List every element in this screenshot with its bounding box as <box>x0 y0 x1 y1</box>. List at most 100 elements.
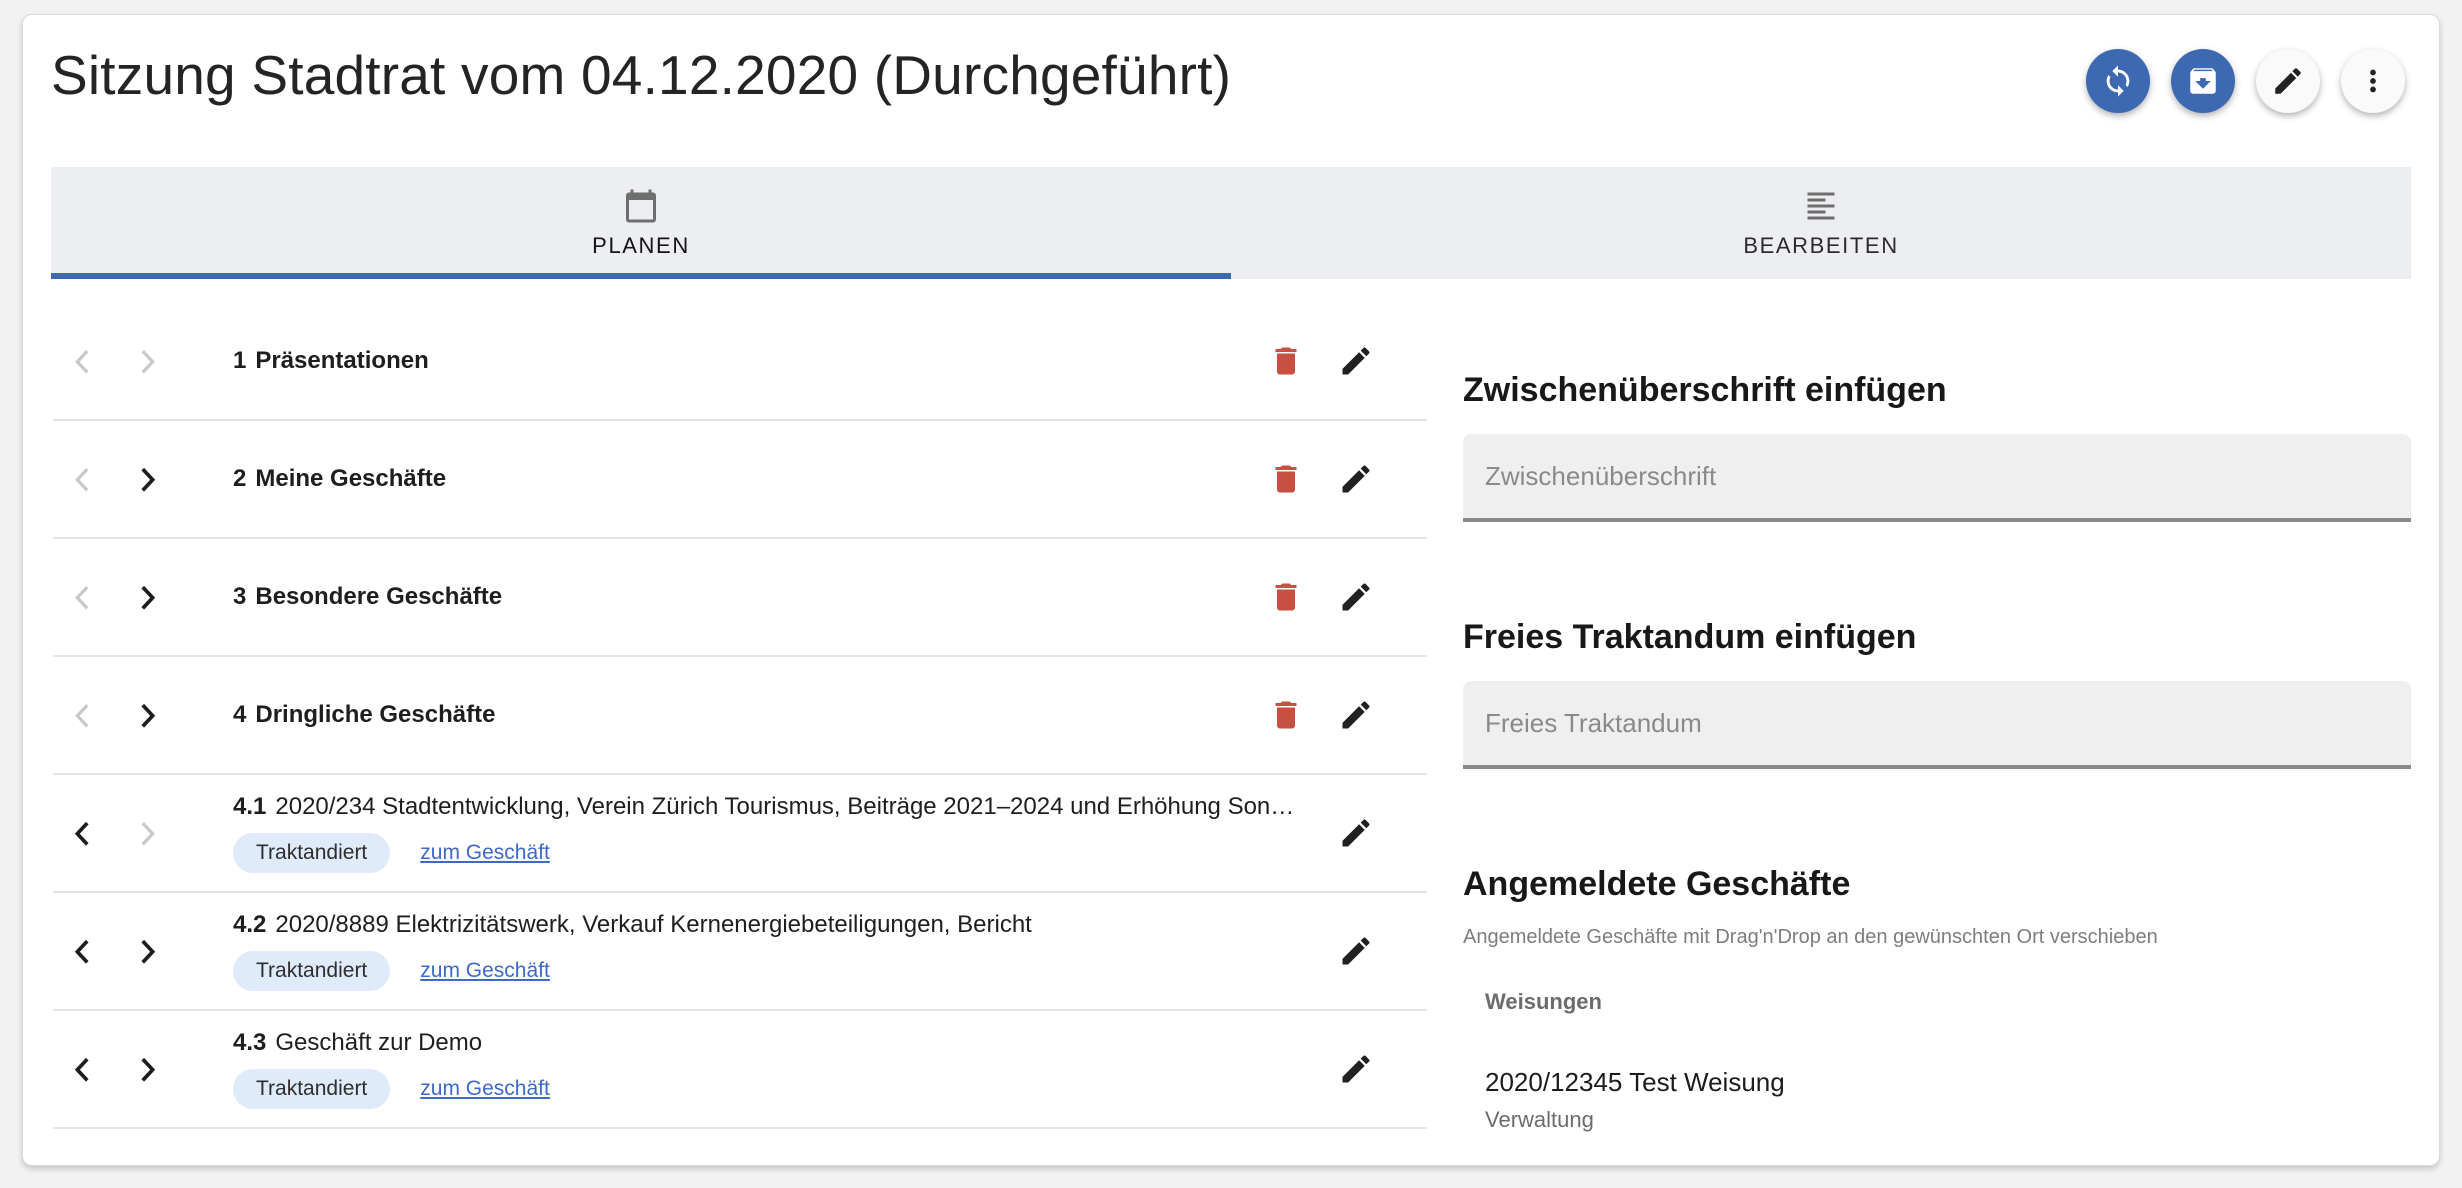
delete-icon <box>1268 343 1304 379</box>
item-number: 1 <box>233 347 246 374</box>
edit-icon <box>1338 343 1374 379</box>
row-actions <box>1337 1050 1427 1088</box>
subheading-section-title: Zwischenüberschrift einfügen <box>1463 371 2411 410</box>
move-left-button[interactable] <box>63 1049 103 1089</box>
sync-button[interactable] <box>2086 49 2150 113</box>
item-number: 3 <box>233 583 246 610</box>
agenda-row: 3Besondere Geschäfte <box>53 539 1427 657</box>
chevron-right-icon <box>130 698 164 732</box>
status-badge: Traktandiert <box>233 951 390 991</box>
move-right-button <box>127 813 167 853</box>
move-controls <box>53 459 203 499</box>
free-item-section-title: Freies Traktandum einfügen <box>1463 618 2411 657</box>
tab-bearbeiten[interactable]: BEARBEITEN <box>1231 167 2411 279</box>
status-badge: Traktandiert <box>233 1069 390 1109</box>
row-actions <box>1267 696 1427 734</box>
archive-icon <box>2186 64 2220 98</box>
align-left-icon <box>1803 188 1839 224</box>
zum-geschaeft-link[interactable]: zum Geschäft <box>420 959 550 983</box>
item-text: 3Besondere Geschäfte <box>203 583 1267 611</box>
delete-icon <box>1268 461 1304 497</box>
agenda-row: 4.22020/8889 Elektrizitätswerk, Verkauf … <box>53 893 1427 1011</box>
chevron-right-icon <box>130 344 164 378</box>
edit-meeting-button[interactable] <box>2256 49 2320 113</box>
item-text: 4.1 2020/234 Stadtentwicklung, Verein Zür… <box>203 793 1337 873</box>
chevron-right-icon <box>130 580 164 614</box>
delete-button[interactable] <box>1267 342 1305 380</box>
move-controls <box>53 931 203 971</box>
move-right-button[interactable] <box>127 577 167 617</box>
registered-item[interactable]: 2020/12345 Test Weisung Verwaltung <box>1463 1067 2411 1133</box>
archive-button[interactable] <box>2171 49 2235 113</box>
move-left-button[interactable] <box>63 813 103 853</box>
edit-icon <box>1338 579 1374 615</box>
move-left-button[interactable] <box>63 931 103 971</box>
chevron-right-icon <box>130 816 164 850</box>
edit-icon <box>2271 64 2305 98</box>
row-actions <box>1267 578 1427 616</box>
delete-button[interactable] <box>1267 578 1305 616</box>
edit-button[interactable] <box>1337 932 1375 970</box>
agenda-row: 4Dringliche Geschäfte <box>53 657 1427 775</box>
page-title: Sitzung Stadtrat vom 04.12.2020 (Durchge… <box>51 43 1231 107</box>
zum-geschaeft-link[interactable]: zum Geschäft <box>420 841 550 865</box>
delete-button[interactable] <box>1267 460 1305 498</box>
move-right-button[interactable] <box>127 931 167 971</box>
content: 1 Präsentationen 2Meine Geschäfte <box>23 279 2439 1133</box>
delete-button[interactable] <box>1267 696 1305 734</box>
item-text: 4.3Geschäft zur Demo Traktandiert zum Ge… <box>203 1029 1337 1109</box>
side-panel: Zwischenüberschrift einfügen Freies Trak… <box>1463 303 2411 1133</box>
registered-item-subtitle: Verwaltung <box>1485 1107 2411 1133</box>
move-right-button[interactable] <box>127 459 167 499</box>
edit-button[interactable] <box>1337 696 1375 734</box>
item-title: Dringliche Geschäfte <box>255 701 495 728</box>
edit-button[interactable] <box>1337 814 1375 852</box>
agenda-list: 1 Präsentationen 2Meine Geschäfte <box>53 303 1427 1133</box>
edit-icon <box>1338 461 1374 497</box>
tab-planen[interactable]: PLANEN <box>51 167 1231 279</box>
agenda-row: 4.3Geschäft zur Demo Traktandiert zum Ge… <box>53 1011 1427 1129</box>
move-left-button <box>63 459 103 499</box>
move-left-button <box>63 341 103 381</box>
subheading-input[interactable] <box>1463 434 2411 522</box>
move-right-button[interactable] <box>127 695 167 735</box>
item-title: Präsentationen <box>255 347 428 374</box>
chevron-left-icon <box>66 698 100 732</box>
status-badge: Traktandiert <box>233 833 390 873</box>
tabbar: PLANEN BEARBEITEN <box>51 167 2411 279</box>
free-item-input[interactable] <box>1463 681 2411 769</box>
chevron-left-icon <box>66 462 100 496</box>
move-controls <box>53 1049 203 1089</box>
edit-button[interactable] <box>1337 1050 1375 1088</box>
item-text: 2Meine Geschäfte <box>203 465 1267 493</box>
move-controls <box>53 341 203 381</box>
edit-icon <box>1338 697 1374 733</box>
item-number: 4.1 <box>233 793 266 820</box>
edit-icon <box>1338 933 1374 969</box>
edit-button[interactable] <box>1337 578 1375 616</box>
move-left-button <box>63 577 103 617</box>
row-actions <box>1337 932 1427 970</box>
more-vert-icon <box>2356 64 2390 98</box>
row-actions <box>1267 342 1427 380</box>
move-controls <box>53 577 203 617</box>
chevron-left-icon <box>66 580 100 614</box>
toolbar <box>2086 49 2419 113</box>
item-text: 1 Präsentationen <box>203 347 1267 375</box>
row-actions <box>1267 460 1427 498</box>
move-right-button[interactable] <box>127 1049 167 1089</box>
chevron-left-icon <box>66 816 100 850</box>
edit-icon <box>1338 815 1374 851</box>
move-controls <box>53 813 203 853</box>
registered-section-hint: Angemeldete Geschäfte mit Drag'n'Drop an… <box>1463 926 2411 949</box>
move-right-button <box>127 341 167 381</box>
item-title: 2020/234 Stadtentwicklung, Verein Zürich… <box>275 793 1294 820</box>
chevron-left-icon <box>66 344 100 378</box>
more-options-button[interactable] <box>2341 49 2405 113</box>
zum-geschaeft-link[interactable]: zum Geschäft <box>420 1077 550 1101</box>
item-number: 2 <box>233 465 246 492</box>
agenda-row: 1 Präsentationen <box>53 303 1427 421</box>
agenda-row: 2Meine Geschäfte <box>53 421 1427 539</box>
edit-button[interactable] <box>1337 342 1375 380</box>
edit-button[interactable] <box>1337 460 1375 498</box>
